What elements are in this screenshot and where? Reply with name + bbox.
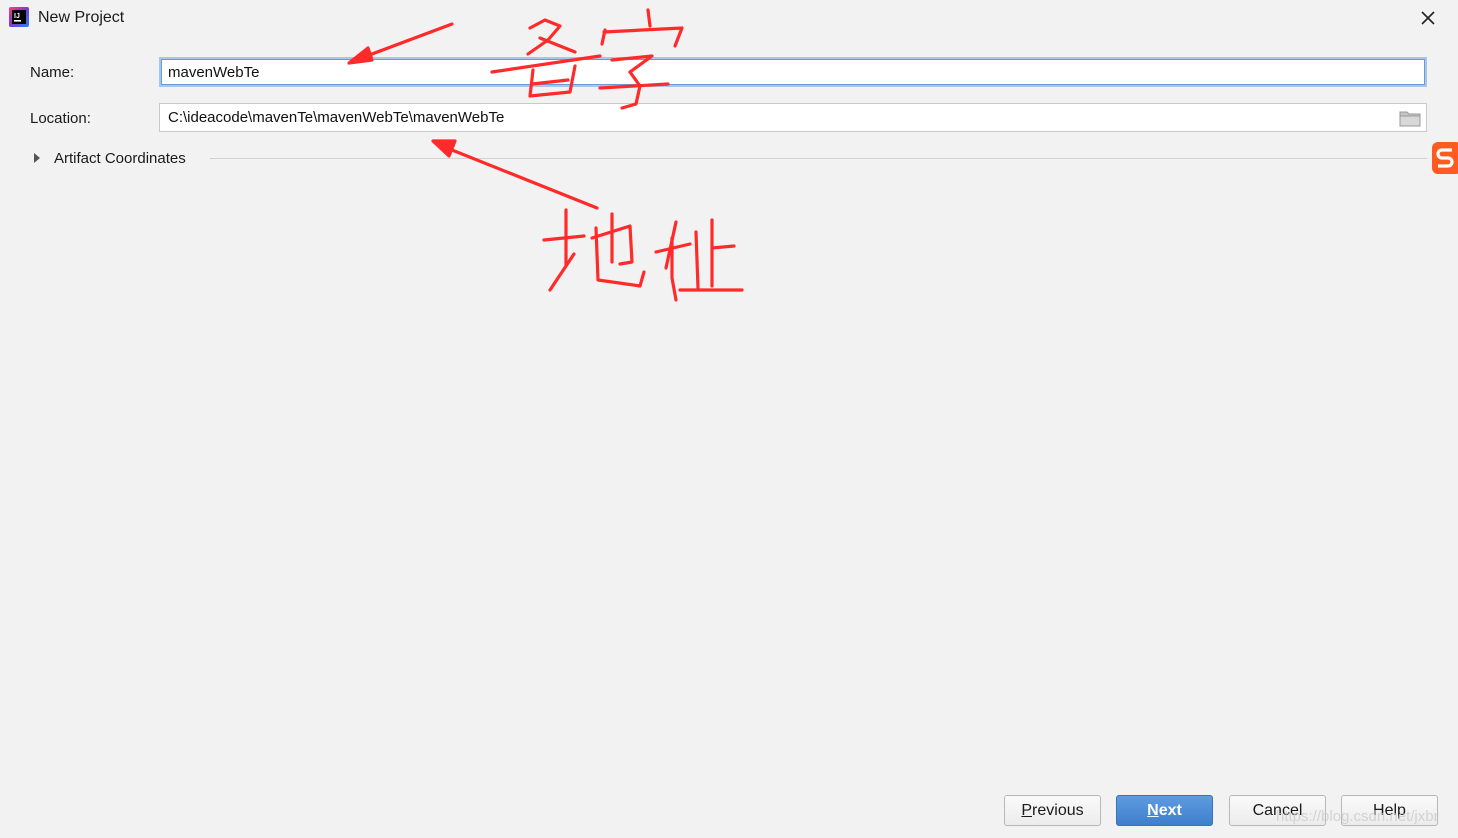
artifact-coordinates-toggle[interactable]: Artifact Coordinates — [34, 146, 186, 170]
new-project-dialog: IJ New Project Name: Location: Artifact … — [0, 0, 1458, 838]
next-label-rest: ext — [1158, 801, 1182, 819]
intellij-idea-icon: IJ — [9, 7, 29, 27]
previous-button[interactable]: Previous — [1004, 795, 1101, 826]
chevron-right-icon — [34, 153, 40, 163]
name-input[interactable] — [159, 57, 1427, 87]
window-title: New Project — [38, 9, 125, 26]
artifact-coordinates-label: Artifact Coordinates — [54, 149, 186, 167]
name-label: Name: — [30, 64, 75, 81]
close-icon — [1421, 11, 1435, 25]
arrow-to-location — [440, 144, 599, 210]
previous-label-rest: revious — [1032, 801, 1084, 819]
sogou-ime-icon[interactable] — [1432, 142, 1458, 174]
close-button[interactable] — [1416, 6, 1440, 30]
help-button[interactable]: Help — [1341, 795, 1438, 826]
section-separator — [210, 158, 1427, 159]
cancel-button[interactable]: Cancel — [1229, 795, 1326, 826]
svg-text:IJ: IJ — [14, 13, 20, 20]
location-input[interactable] — [159, 103, 1427, 132]
location-label: Location: — [30, 110, 91, 127]
folder-icon[interactable] — [1398, 108, 1422, 128]
previous-mnemonic: P — [1021, 801, 1033, 819]
next-button[interactable]: Next — [1116, 795, 1213, 826]
title-bar: IJ New Project — [0, 0, 1458, 36]
next-mnemonic: N — [1147, 801, 1159, 819]
